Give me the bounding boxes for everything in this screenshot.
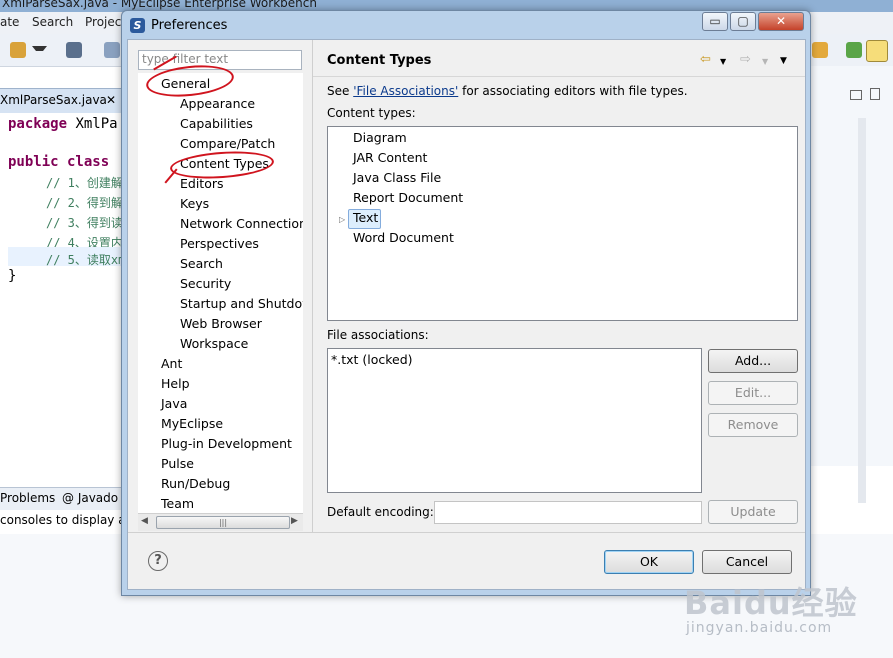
panel-divider[interactable] bbox=[312, 40, 313, 532]
view-menu-icon[interactable]: ▼ bbox=[780, 56, 787, 66]
new-wizard-icon[interactable] bbox=[10, 42, 26, 58]
editor-tab-label: XmlParseSax.java bbox=[0, 93, 107, 107]
maximize-button[interactable]: ▢ bbox=[730, 12, 756, 31]
description-prefix: See bbox=[327, 84, 354, 98]
menu-search[interactable]: Search bbox=[32, 15, 73, 29]
tree-item[interactable]: Workspace bbox=[180, 336, 248, 351]
tree-item[interactable]: Security bbox=[180, 276, 231, 291]
code-comment: // 3、得到读 bbox=[46, 216, 123, 230]
default-encoding-field[interactable] bbox=[434, 501, 702, 524]
scroll-right-icon[interactable]: ▶ bbox=[291, 516, 298, 526]
content-type-item[interactable]: Diagram bbox=[353, 130, 407, 145]
content-type-item[interactable]: Report Document bbox=[353, 190, 463, 205]
scroll-left-icon[interactable]: ◀ bbox=[141, 516, 148, 526]
page-title: Content Types bbox=[327, 53, 432, 68]
code-editor[interactable]: package XmlPa public class // 1、创建解 // 2… bbox=[0, 113, 126, 465]
myeclipse-logo-icon: S bbox=[130, 18, 145, 33]
tree-item[interactable]: Search bbox=[180, 256, 223, 271]
preferences-dialog: S Preferences ▭ ▢ ✕ General Appearance C… bbox=[121, 10, 811, 596]
page-description: See 'File Associations' for associating … bbox=[327, 84, 688, 98]
preference-tree[interactable]: General Appearance Capabilities Compare/… bbox=[138, 73, 303, 513]
vertical-scrollbar[interactable] bbox=[858, 118, 866, 503]
close-button[interactable]: ✕ bbox=[758, 12, 804, 31]
tree-item[interactable]: Team bbox=[161, 496, 194, 511]
file-association-item[interactable]: *.txt (locked) bbox=[331, 352, 413, 367]
code-keyword: package bbox=[8, 116, 68, 132]
content-type-item[interactable]: Java Class File bbox=[353, 170, 441, 185]
tree-item[interactable]: Network Connections bbox=[180, 216, 303, 231]
default-encoding-label: Default encoding: bbox=[327, 505, 434, 519]
tab-javadoc[interactable]: @ Javado bbox=[62, 491, 118, 505]
expand-arrow-icon[interactable]: ▷ bbox=[339, 215, 345, 224]
minimize-button[interactable]: ▭ bbox=[702, 12, 728, 31]
dialog-title: Preferences bbox=[151, 18, 228, 33]
add-button[interactable]: Add... bbox=[708, 349, 798, 373]
code-keyword: public class bbox=[8, 154, 110, 170]
tree-item[interactable]: Appearance bbox=[180, 96, 255, 111]
tree-item[interactable]: Run/Debug bbox=[161, 476, 230, 491]
back-arrow-icon[interactable]: ⇦ bbox=[700, 52, 711, 67]
cancel-button[interactable]: Cancel bbox=[702, 550, 792, 574]
file-associations-list[interactable]: *.txt (locked) bbox=[327, 348, 702, 493]
tree-horizontal-scrollbar[interactable]: ◀ ||| ▶ bbox=[138, 513, 303, 531]
baidu-jingyan-watermark: Baidu经验 bbox=[684, 584, 858, 622]
menu-project[interactable]: Projec bbox=[85, 15, 121, 29]
description-suffix: for associating editors with file types. bbox=[458, 84, 688, 98]
footer-separator bbox=[128, 532, 805, 533]
tree-item[interactable]: Keys bbox=[180, 196, 209, 211]
content-type-item[interactable]: Word Document bbox=[353, 230, 454, 245]
code-comment: // 1、创建解 bbox=[46, 176, 123, 190]
content-types-label: Content types: bbox=[327, 106, 416, 120]
minimize-view-icon[interactable] bbox=[850, 90, 862, 100]
content-type-item-selected[interactable]: Text bbox=[353, 210, 378, 225]
tree-item[interactable]: Perspectives bbox=[180, 236, 259, 251]
help-icon[interactable]: ? bbox=[148, 551, 168, 571]
outline-panel bbox=[810, 66, 893, 503]
scrollbar-thumb[interactable]: ||| bbox=[156, 516, 290, 529]
save-icon[interactable] bbox=[66, 42, 82, 58]
code-comment: // 5、读取xm bbox=[46, 253, 126, 267]
close-icon[interactable]: ✕ bbox=[106, 93, 116, 107]
tree-item[interactable]: Compare/Patch bbox=[180, 136, 275, 151]
editor-tab[interactable]: XmlParseSax.java ✕ bbox=[0, 88, 123, 114]
update-button[interactable]: Update bbox=[708, 500, 798, 524]
console-area: consoles to display a bbox=[0, 510, 126, 534]
tree-item[interactable]: Pulse bbox=[161, 456, 194, 471]
tree-item[interactable]: Help bbox=[161, 376, 190, 391]
tree-item[interactable]: Ant bbox=[161, 356, 182, 371]
tree-item[interactable]: Startup and Shutdow bbox=[180, 296, 303, 311]
code-text: } bbox=[8, 268, 17, 284]
file-associations-label: File associations: bbox=[327, 328, 429, 342]
code-text: XmlPa bbox=[67, 116, 118, 132]
watermark-url: jingyan.baidu.com bbox=[686, 620, 833, 636]
file-associations-link[interactable]: 'File Associations' bbox=[353, 84, 458, 98]
edit-button[interactable]: Edit... bbox=[708, 381, 798, 405]
tree-item[interactable]: Java bbox=[161, 396, 187, 411]
tree-item[interactable]: MyEclipse bbox=[161, 416, 223, 431]
tree-item[interactable]: Capabilities bbox=[180, 116, 253, 131]
tree-item[interactable]: Plug-in Development bbox=[161, 436, 292, 451]
remove-button[interactable]: Remove bbox=[708, 413, 798, 437]
tool-icon[interactable] bbox=[104, 42, 120, 58]
dialog-client-area: General Appearance Capabilities Compare/… bbox=[127, 39, 806, 590]
ok-button[interactable]: OK bbox=[604, 550, 694, 574]
content-types-tree[interactable]: Diagram JAR Content Java Class File Repo… bbox=[327, 126, 798, 321]
workbench-title: XmlParseSax.java - MyEclipse Enterprise … bbox=[2, 0, 317, 10]
search-toolbar-icon[interactable] bbox=[812, 42, 828, 58]
tab-problems[interactable]: Problems bbox=[0, 491, 55, 505]
bottom-tabs: Problems @ Javado bbox=[0, 487, 122, 510]
myeclipse-perspective-icon[interactable] bbox=[866, 40, 888, 62]
code-comment: // 2、得到解 bbox=[46, 196, 123, 210]
tree-item[interactable]: Web Browser bbox=[180, 316, 262, 331]
console-text: consoles to display a bbox=[0, 513, 126, 527]
perspective-icon[interactable] bbox=[846, 42, 862, 58]
maximize-view-icon[interactable] bbox=[870, 88, 880, 100]
chevron-down-icon[interactable]: ▼ bbox=[762, 57, 768, 66]
chevron-down-icon[interactable] bbox=[32, 46, 47, 58]
chevron-down-icon[interactable]: ▼ bbox=[720, 57, 726, 66]
menu-window[interactable]: ate bbox=[0, 15, 19, 29]
content-type-item[interactable]: JAR Content bbox=[353, 150, 427, 165]
forward-arrow-icon[interactable]: ⇨ bbox=[740, 52, 751, 67]
